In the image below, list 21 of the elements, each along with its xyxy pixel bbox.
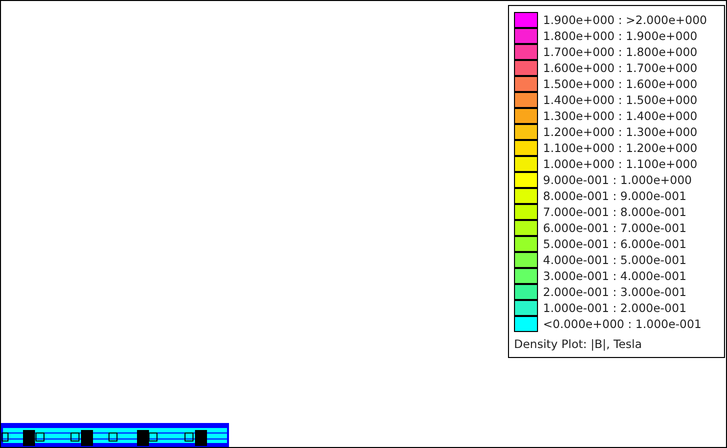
- legend-label: 1.300e+000 : 1.400e+000: [543, 109, 698, 123]
- legend-label: 9.000e-001 : 1.000e+000: [543, 173, 692, 187]
- legend-label: 6.000e-001 : 7.000e-001: [543, 221, 686, 235]
- legend-label: 1.400e+000 : 1.500e+000: [543, 93, 698, 107]
- legend-label: 2.000e-001 : 3.000e-001: [543, 285, 686, 299]
- legend-label: 5.000e-001 : 6.000e-001: [543, 237, 686, 251]
- legend-label: 1.800e+000 : 1.900e+000: [543, 29, 698, 43]
- legend-label: 1.700e+000 : 1.800e+000: [543, 45, 698, 59]
- legend-label: 7.000e-001 : 8.000e-001: [543, 205, 686, 219]
- legend-label: 1.000e+000 : 1.100e+000: [543, 157, 698, 171]
- legend-label: 1.900e+000 : >2.000e+000: [543, 13, 707, 27]
- legend-label: 1.200e+000 : 1.300e+000: [543, 125, 698, 139]
- legend-caption: Density Plot: |B|, Tesla: [514, 337, 643, 351]
- legend-label: 1.100e+000 : 1.200e+000: [543, 141, 698, 155]
- legend-label: 1.000e-001 : 2.000e-001: [543, 301, 686, 315]
- legend-label: 1.600e+000 : 1.700e+000: [543, 61, 698, 75]
- legend-label: <0.000e+000 : 1.000e-001: [543, 317, 702, 331]
- legend-label: 4.000e-001 : 5.000e-001: [543, 253, 686, 267]
- legend-label: 8.000e-001 : 9.000e-001: [543, 189, 686, 203]
- legend-label: 3.000e-001 : 4.000e-001: [543, 269, 686, 283]
- legend-label: 1.500e+000 : 1.600e+000: [543, 77, 698, 91]
